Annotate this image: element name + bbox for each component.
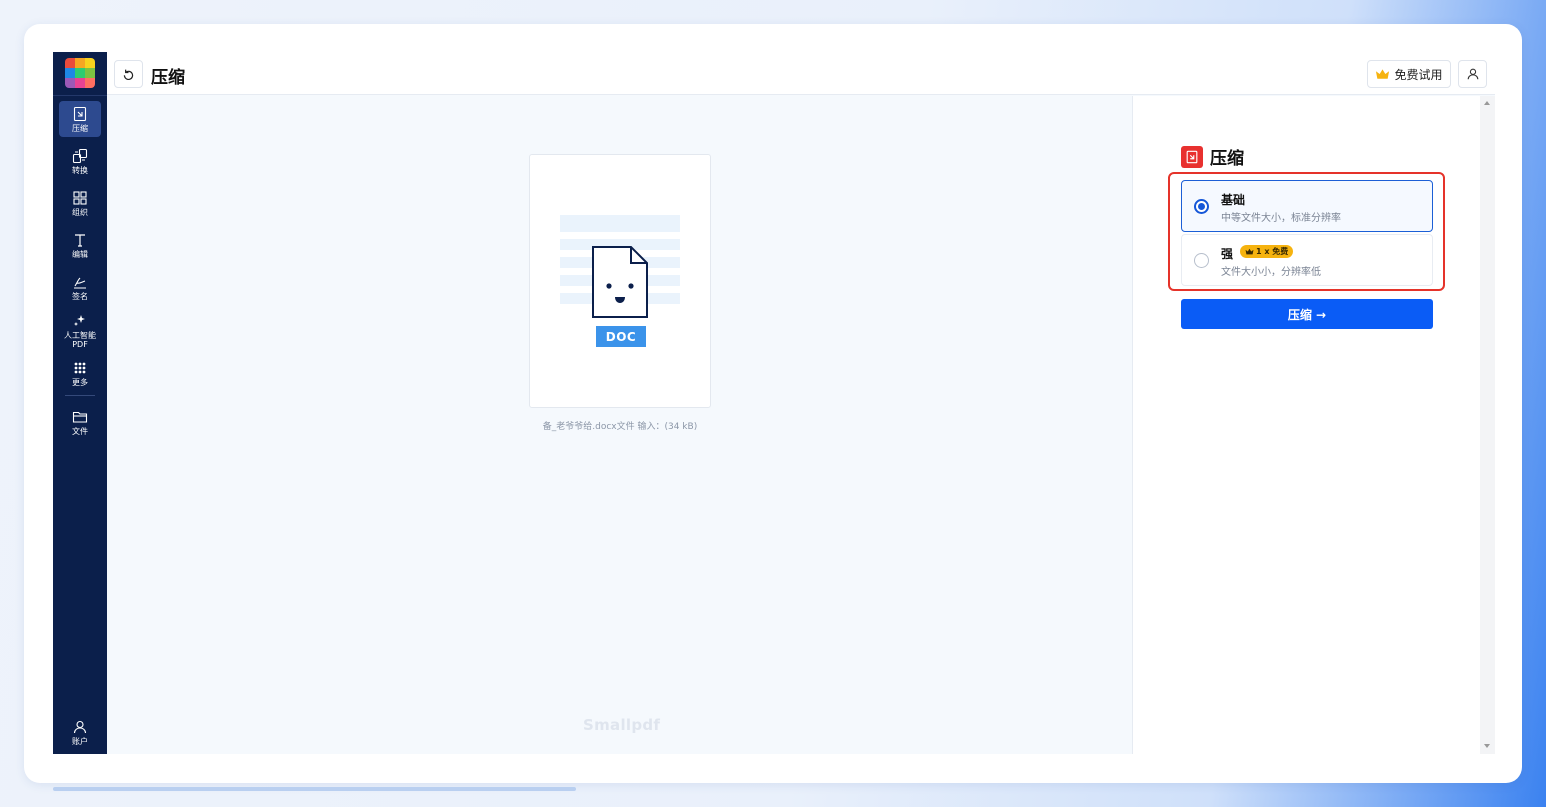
sidebar-item-label: 人工智能: [64, 331, 96, 340]
sidebar: 压缩 转换 组织 编辑 签名 人工智能 PDF 更多 文件 账户: [53, 52, 107, 754]
divider: [65, 395, 95, 396]
scroll-up-arrow-icon[interactable]: [1484, 101, 1490, 105]
sidebar-item-organize[interactable]: 组织: [59, 185, 101, 221]
crown-icon: [1376, 69, 1390, 79]
sidebar-item-label: 账户: [72, 736, 88, 746]
sidebar-item-label: 文件: [72, 426, 88, 436]
compress-icon: [73, 106, 87, 121]
crown-icon: [1245, 248, 1254, 255]
sidebar-item-edit[interactable]: 编辑: [59, 227, 101, 263]
panel-header: 压缩: [1181, 144, 1244, 169]
undo-icon: [123, 69, 134, 80]
sidebar-item-compress[interactable]: 压缩: [59, 101, 101, 137]
sidebar-item-label: 组织: [72, 207, 88, 217]
page-title: 压缩: [151, 68, 185, 88]
file-preview-area: DOC 备_老爷爷给.docx文件 输入：(34 kB) Smallpdf: [107, 96, 1132, 754]
option-basic[interactable]: 基础 中等文件大小，标准分辨率: [1181, 180, 1433, 232]
sidebar-item-label: 压缩: [72, 123, 88, 133]
panel-title: 压缩: [1210, 149, 1244, 169]
option-strong[interactable]: 强 1 x 免费 文件大小小，分辨率低: [1181, 234, 1433, 286]
sign-icon: [74, 277, 86, 289]
compression-options-panel: 压缩 基础 中等文件大小，标准分辨率 强 1 x 免费 文件大小小，分辨率低 压…: [1132, 96, 1480, 754]
pro-badge: 1 x 免费: [1240, 245, 1294, 258]
user-icon: [1467, 68, 1478, 80]
free-trial-label: 免费试用: [1394, 67, 1443, 82]
sidebar-item-label: 编辑: [72, 249, 88, 259]
file-thumbnail-card[interactable]: DOC: [529, 154, 711, 408]
grid-more-icon: [74, 362, 86, 373]
compress-tool-icon: [1181, 145, 1203, 168]
user-icon: [73, 720, 87, 733]
divider: [53, 95, 107, 96]
sidebar-item-label: 更多: [72, 377, 88, 387]
account-button[interactable]: [1458, 60, 1487, 88]
file-name-caption: 备_老爷爷给.docx文件 输入：(34 kB): [542, 422, 698, 432]
smallpdf-logo[interactable]: [65, 58, 95, 88]
sidebar-item-label-line2: PDF: [72, 340, 88, 349]
option-title: 强: [1221, 247, 1234, 261]
radio-button-basic[interactable]: [1194, 199, 1209, 214]
sidebar-item-more[interactable]: 更多: [59, 355, 101, 391]
vertical-scrollbar[interactable]: [1480, 96, 1495, 754]
sidebar-item-account[interactable]: 账户: [59, 714, 101, 750]
scroll-down-arrow-icon[interactable]: [1484, 744, 1490, 748]
pro-badge-label: 1 x 免费: [1256, 247, 1289, 256]
sidebar-item-files[interactable]: 文件: [59, 404, 101, 440]
ai-sparkle-icon: [74, 315, 85, 326]
horizontal-scroll-indicator: [53, 787, 576, 791]
compress-button[interactable]: 压缩 →: [1181, 299, 1433, 329]
radio-button-strong[interactable]: [1194, 253, 1209, 268]
sidebar-item-sign[interactable]: 签名: [59, 269, 101, 305]
sidebar-item-label: 签名: [72, 291, 88, 301]
smallpdf-watermark: Smallpdf: [583, 716, 661, 734]
free-trial-button[interactable]: 免费试用: [1367, 60, 1451, 88]
file-type-badge: DOC: [596, 326, 646, 347]
smiling-document-icon: [592, 246, 648, 318]
option-description: 文件大小小，分辨率低: [1221, 267, 1321, 278]
edit-text-icon: [75, 233, 85, 247]
undo-button[interactable]: [114, 60, 143, 88]
option-title: 基础: [1221, 193, 1246, 207]
convert-icon: [72, 148, 88, 163]
organize-icon: [73, 190, 87, 205]
sidebar-item-label: 转换: [72, 165, 88, 175]
sidebar-item-convert[interactable]: 转换: [59, 143, 101, 179]
sidebar-item-ai-pdf[interactable]: 人工智能 PDF: [59, 311, 101, 351]
folder-icon: [72, 411, 88, 423]
app-frame: 压缩 转换 组织 编辑 签名 人工智能 PDF 更多 文件 账户 压缩 免费试用…: [53, 52, 1495, 754]
option-description: 中等文件大小，标准分辨率: [1221, 213, 1341, 224]
top-header: 压缩 免费试用: [107, 52, 1495, 95]
